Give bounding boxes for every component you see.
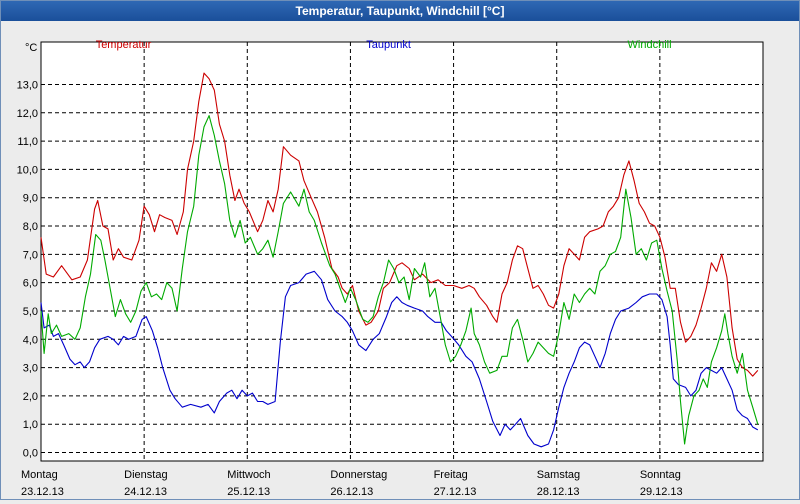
chart-window: Temperatur, Taupunkt, Windchill [°C] 0,0… [0, 0, 800, 500]
x-date-label: 25.12.13 [227, 486, 270, 498]
x-day-label: Donnerstag [330, 469, 387, 481]
x-day-label: Dienstag [124, 469, 167, 481]
x-day-label: Sonntag [640, 469, 681, 481]
x-date-label: 26.12.13 [330, 486, 373, 498]
x-date-label: 23.12.13 [21, 486, 64, 498]
legend-temperatur: Temperatur [96, 39, 152, 51]
y-tick-label: 6,0 [23, 278, 38, 290]
x-day-label: Montag [21, 469, 58, 481]
y-tick-label: 1,0 [23, 419, 38, 431]
legend-windchill: Windchill [628, 39, 672, 51]
plot-area [40, 41, 764, 462]
y-tick-label: 8,0 [23, 221, 38, 233]
y-tick-label: 2,0 [23, 391, 38, 403]
y-tick-label: 3,0 [23, 363, 38, 375]
line-chart: 0,0 1,0 2,0 3,0 4,0 5,0 6,0 7,0 8,0 9,0 10,0 11,0 12… [17, 39, 764, 498]
x-date-label: 28.12.13 [537, 486, 580, 498]
legend-taupunkt: Taupunkt [366, 39, 411, 51]
y-tick-label: 9,0 [23, 193, 38, 205]
x-day-label: Freitag [434, 469, 468, 481]
x-day-label: Samstag [537, 469, 580, 481]
y-tick-label: 7,0 [23, 249, 38, 261]
y-tick-label: 13,0 [17, 79, 38, 91]
y-tick-label: 0,0 [23, 448, 38, 460]
x-day-label: Mittwoch [227, 469, 270, 481]
window-title: Temperatur, Taupunkt, Windchill [°C] [1, 1, 799, 21]
x-date-label: 27.12.13 [434, 486, 477, 498]
chart-area: 0,0 1,0 2,0 3,0 4,0 5,0 6,0 7,0 8,0 9,0 10,0 11,0 12… [1, 21, 799, 499]
y-tick-label: 12,0 [17, 108, 38, 120]
x-date-label: 29.12.13 [640, 486, 683, 498]
y-tick-label: 11,0 [17, 136, 38, 148]
y-tick-label: 4,0 [23, 334, 38, 346]
y-tick-label: 10,0 [17, 164, 38, 176]
y-tick-label: 5,0 [23, 306, 38, 318]
x-date-label: 24.12.13 [124, 486, 167, 498]
y-axis-unit: °C [25, 42, 37, 54]
